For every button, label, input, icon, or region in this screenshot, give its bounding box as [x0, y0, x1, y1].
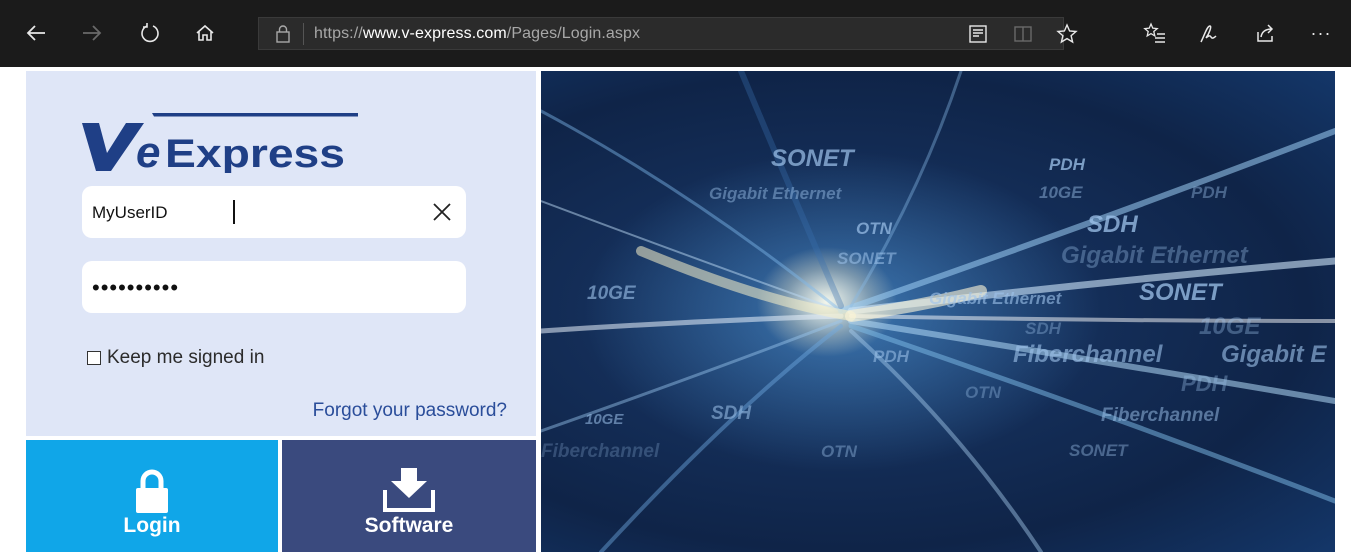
pen-icon[interactable]: [1196, 19, 1224, 47]
software-label: Software: [364, 514, 454, 537]
hero-word: Gigabit E: [1221, 341, 1327, 368]
hero-word: Fiberchannel: [1101, 405, 1220, 426]
userid-input[interactable]: [90, 186, 424, 240]
password-input[interactable]: [90, 261, 424, 315]
light-streaks: [541, 71, 1335, 552]
favorites-list-icon[interactable]: [1141, 19, 1169, 47]
hero-word: SDH: [711, 403, 752, 424]
lock-icon: [275, 24, 291, 49]
hero-word: SONET: [1069, 441, 1128, 460]
reader-view-icon[interactable]: [967, 23, 991, 45]
hero-word: SONET: [771, 145, 854, 172]
hero-word: PDH: [1181, 371, 1228, 396]
hero-word: 10GE: [1039, 183, 1083, 202]
text-caret: [233, 200, 235, 224]
hero-word: OTN: [821, 442, 857, 461]
hero-word: 10GE: [585, 411, 624, 428]
userid-field[interactable]: [82, 186, 466, 240]
keep-signed-in[interactable]: Keep me signed in: [87, 347, 264, 369]
forgot-password-link[interactable]: Forgot your password?: [313, 400, 507, 422]
hero-word: Gigabit Ethernet: [1061, 242, 1248, 269]
browser-toolbar: https://www.v-express.com/Pages/Login.as…: [0, 0, 1351, 67]
hero-word: Gigabit Ethernet: [929, 289, 1062, 308]
url-text[interactable]: https://www.v-express.com/Pages/Login.as…: [314, 25, 640, 43]
hero-word: PDH: [873, 347, 909, 366]
favorite-star-icon[interactable]: [1055, 23, 1079, 45]
lock-icon: [132, 468, 172, 519]
page-content: e Express Keep me signed in Forgot your …: [0, 67, 1351, 552]
hero-word: OTN: [965, 383, 1001, 402]
hero-word: Fiberchannel: [541, 441, 660, 462]
hero-word: Fiberchannel: [1013, 341, 1163, 368]
svg-text:e: e: [136, 128, 160, 173]
address-bar[interactable]: https://www.v-express.com/Pages/Login.as…: [258, 17, 1078, 50]
svg-text:Express: Express: [165, 132, 345, 173]
more-icon[interactable]: ···: [1307, 19, 1335, 47]
keep-signed-in-label: Keep me signed in: [107, 347, 265, 368]
hero-word: SONET: [1139, 279, 1222, 306]
share-icon[interactable]: [1251, 19, 1279, 47]
hero-word: SDH: [1087, 211, 1138, 238]
hero-banner-image: SONET PDH Gigabit Ethernet 10GE PDH OTN …: [541, 71, 1335, 552]
hero-word: PDH: [1049, 155, 1085, 174]
hero-word: Gigabit Ethernet: [709, 184, 842, 203]
address-divider: [303, 23, 304, 45]
login-button[interactable]: Login: [26, 440, 278, 552]
back-icon[interactable]: [22, 19, 50, 47]
hero-word: 10GE: [1199, 313, 1261, 340]
hero-word: PDH: [1191, 183, 1227, 202]
refresh-icon[interactable]: [136, 19, 164, 47]
veexpress-logo: e Express: [82, 109, 358, 178]
clear-x-icon[interactable]: [430, 200, 454, 224]
hero-word: SONET: [837, 249, 896, 268]
hero-word: SDH: [1025, 319, 1061, 338]
home-icon[interactable]: [191, 19, 219, 47]
software-button[interactable]: Software: [282, 440, 536, 552]
password-field[interactable]: [82, 261, 466, 315]
login-panel: e Express Keep me signed in Forgot your …: [26, 71, 536, 436]
forward-icon[interactable]: [78, 19, 106, 47]
book-icon[interactable]: [1011, 23, 1035, 45]
keep-signed-in-checkbox[interactable]: [87, 351, 101, 365]
login-label: Login: [123, 514, 181, 537]
hero-word: 10GE: [587, 283, 636, 304]
download-icon: [383, 468, 435, 519]
hero-word: OTN: [856, 219, 892, 238]
